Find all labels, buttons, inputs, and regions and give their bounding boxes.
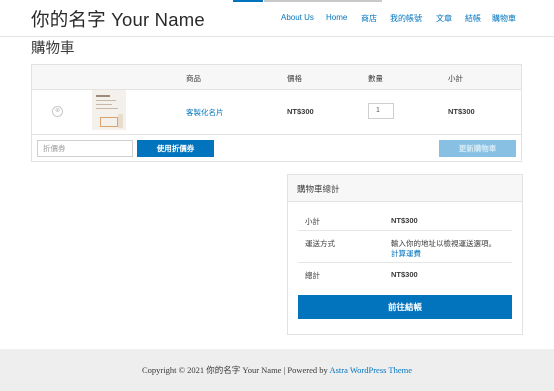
column-header-price: 價格 [287,74,302,83]
update-cart-button[interactable]: 更新購物車 [439,140,516,157]
proceed-to-checkout-button[interactable]: 前往結帳 [298,295,512,319]
totals-subtotal-value: NT$300 [391,216,418,225]
column-header-subtotal: 小計 [448,74,463,83]
footer-copyright-text: Copyright © 2021 你的名字 Your Name | Powere… [141,365,330,375]
nav-item-shop[interactable]: 商店 [361,13,377,24]
row-divider [32,134,521,135]
nav-item-home[interactable]: Home [326,13,347,22]
footer-theme-link[interactable]: Astra WordPress Theme [329,365,412,375]
cart-table-header: 商品 價格 數量 小計 [32,65,521,90]
remove-item-icon[interactable]: ⊗ [52,106,63,117]
calculate-shipping-link[interactable]: 計算運費 [391,248,421,259]
order-total-value: NT$300 [391,270,418,279]
page-title: 購物車 [31,41,75,57]
site-title[interactable]: 你的名字 Your Name [31,6,205,32]
site-header: 你的名字 Your Name About Us Home 商店 我的帳號 文章 … [0,0,554,37]
column-header-product: 商品 [186,74,201,83]
order-total-label: 總計 [305,271,320,280]
cart-totals-header: 購物車總計 [288,175,522,202]
nav-active-marker [233,0,263,2]
footer-copyright: Copyright © 2021 你的名字 Your Name | Powere… [0,364,554,376]
nav-item-my-account[interactable]: 我的帳號 [390,13,422,24]
totals-divider [298,262,512,263]
totals-subtotal-label: 小計 [305,217,320,226]
cart-totals: 購物車總計 小計 NT$300 運送方式 輸入你的地址以檢視運送選項。 計算運費… [287,174,523,335]
coupon-code-input[interactable]: 折價券 [37,140,133,157]
quantity-input[interactable]: 1 [368,103,394,119]
nav-item-posts[interactable]: 文章 [436,13,452,24]
nav-item-checkout[interactable]: 結帳 [465,13,481,24]
product-price: NT$300 [287,107,314,116]
column-header-quantity: 數量 [368,74,383,83]
nav-item-cart[interactable]: 購物車 [492,13,516,24]
nav-marker-light [264,0,382,2]
apply-coupon-button[interactable]: 使用折價券 [137,140,214,157]
nav-item-about-us[interactable]: About Us [281,13,314,22]
product-name-link[interactable]: 客製化名片 [186,107,224,118]
cart-table: 商品 價格 數量 小計 ⊗ 客製化名片 NT$300 1 NT$300 折價券 … [31,64,522,162]
shipping-label: 運送方式 [305,239,335,248]
totals-divider [298,230,512,231]
cart-totals-title: 購物車總計 [297,184,340,194]
line-subtotal: NT$300 [448,107,475,116]
product-thumbnail[interactable] [92,90,126,130]
site-footer: Copyright © 2021 你的名字 Your Name | Powere… [0,349,554,391]
